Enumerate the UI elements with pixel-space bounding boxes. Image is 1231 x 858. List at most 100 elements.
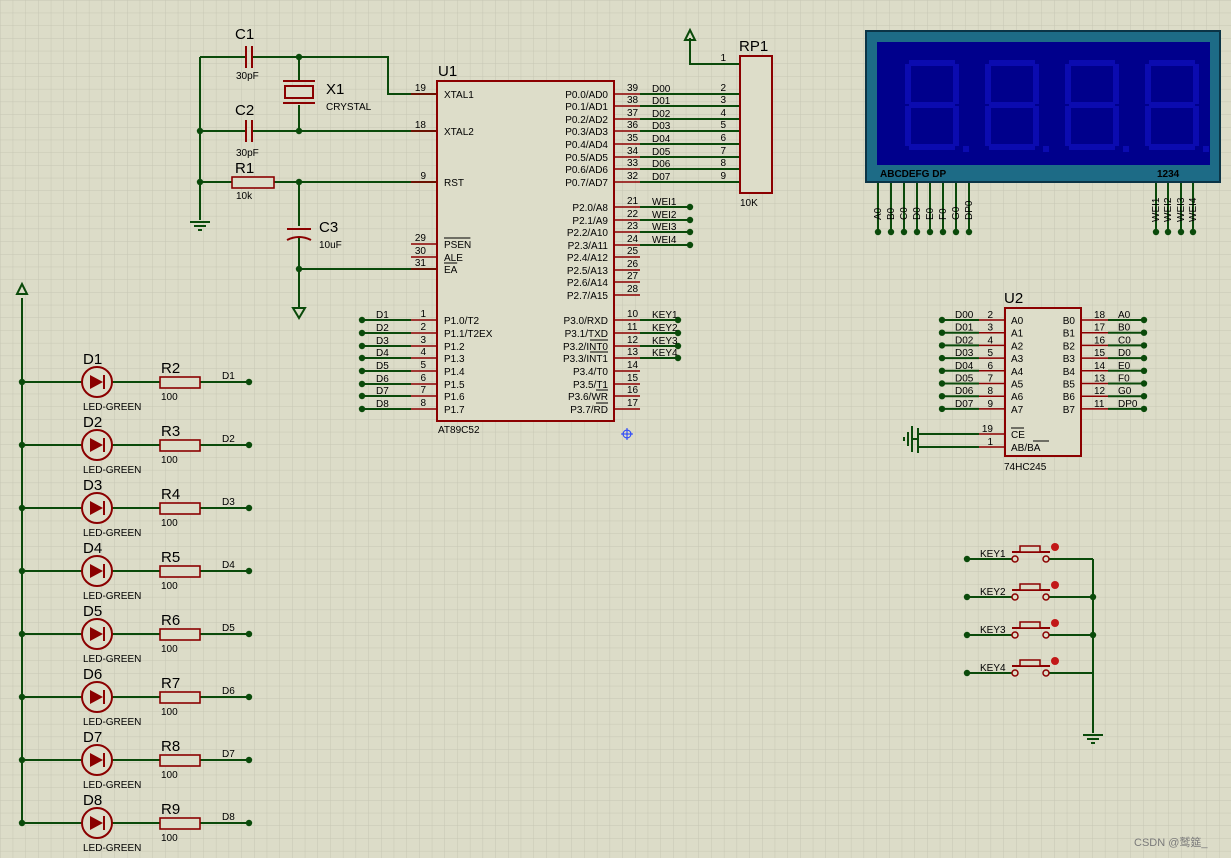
led-part: LED-GREEN <box>83 402 141 413</box>
u2-pin-name: A3 <box>1011 354 1024 365</box>
u2-pin-number: 18 <box>1094 310 1106 321</box>
r1-value: 10k <box>236 191 253 202</box>
net-terminal-dot <box>938 316 946 324</box>
resistor-value: 100 <box>161 392 178 403</box>
u1-pin-name: P1.6 <box>444 392 465 403</box>
u1-pin-number: 15 <box>627 373 639 384</box>
u1-pin-number: 5 <box>420 360 426 371</box>
resistor-value: 100 <box>161 707 178 718</box>
display-segment <box>953 64 959 104</box>
junction-dot <box>18 693 26 701</box>
net-terminal-dot <box>1189 228 1197 236</box>
display-segment <box>989 60 1035 66</box>
led-net-label: D8 <box>222 812 235 823</box>
junction-dot <box>18 567 26 575</box>
key-label: KEY4 <box>980 663 1006 674</box>
net-terminal-dot <box>963 555 971 563</box>
x1-value: CRYSTAL <box>326 102 372 113</box>
p3-net-label: KEY2 <box>652 323 678 334</box>
u1-pin-name: P1.7 <box>444 405 465 416</box>
u2-pin-name: B0 <box>1063 316 1076 327</box>
led-part: LED-GREEN <box>83 528 141 539</box>
display-segment <box>1069 144 1115 150</box>
p2-net-label: WEI3 <box>652 222 677 233</box>
display-segment <box>985 64 991 104</box>
display-segment <box>1145 106 1151 146</box>
u1-pin-name: P2.2/A10 <box>567 228 609 239</box>
key-contact-icon <box>1011 669 1019 677</box>
rp1-pin-number: 9 <box>720 171 726 182</box>
junction-dot <box>295 265 303 273</box>
led-net-label: D6 <box>222 686 235 697</box>
u2-pin-number: 15 <box>1094 348 1106 359</box>
display-segment <box>1149 102 1195 108</box>
display-digit-net: WEI3 <box>1176 197 1187 222</box>
junction-dot <box>18 441 26 449</box>
u1-pin-name: P1.0/T2 <box>444 316 479 327</box>
c2-ref: C2 <box>235 102 254 119</box>
display-segment <box>989 102 1035 108</box>
u1-pin-number: 27 <box>627 271 639 282</box>
net-terminal-dot <box>1140 380 1148 387</box>
key-contact-icon <box>1042 593 1050 601</box>
resistor-value: 100 <box>161 581 178 592</box>
c3-value: 10uF <box>319 240 342 251</box>
u1-pin-number: 8 <box>420 398 426 409</box>
display-segment <box>909 144 955 150</box>
schematic-canvas: 19XTAL118XTAL29RST29PSEN30ALE31EA1P1.0/T… <box>0 0 1231 858</box>
p0-net-label: D05 <box>652 147 671 158</box>
rp1-pin-number: 1 <box>720 53 726 64</box>
key-cap-icon <box>1019 583 1041 591</box>
u1-pin-name: XTAL1 <box>444 90 474 101</box>
p1-net-label: D3 <box>376 336 389 347</box>
u1-pin-number: 7 <box>420 385 426 396</box>
led-resistor-icon <box>159 376 201 389</box>
u2-pin-name: A4 <box>1011 367 1024 378</box>
u2-a-net: D07 <box>955 399 974 410</box>
u1-pin-name: P0.1/AD1 <box>565 102 608 113</box>
net-terminal-dot <box>874 228 882 236</box>
display-segment <box>909 60 955 66</box>
led-resistor-icon <box>159 502 201 515</box>
net-terminal-dot <box>963 631 971 639</box>
net-terminal-dot <box>245 819 253 827</box>
led-ref: D4 <box>83 540 102 557</box>
key-label: KEY2 <box>980 587 1006 598</box>
led-part: LED-GREEN <box>83 717 141 728</box>
led-net-label: D7 <box>222 749 235 760</box>
net-terminal-dot <box>939 228 947 236</box>
led-ref: D1 <box>83 351 102 368</box>
u1-pin-name: P3.6/WR <box>568 392 608 403</box>
net-terminal-dot <box>358 380 366 388</box>
display-segment <box>909 102 955 108</box>
u1-pin-name: P3.1/TXD <box>565 329 608 340</box>
junction-dot <box>18 504 26 512</box>
resistor-ref: R9 <box>161 801 180 818</box>
net-terminal-dot <box>1140 342 1148 349</box>
led-ref: D5 <box>83 603 102 620</box>
net-terminal-dot <box>358 329 366 337</box>
p1-net-label: D2 <box>376 323 389 334</box>
display-segment <box>905 106 911 146</box>
u1-pin-name: RST <box>444 178 464 189</box>
net-terminal-dot <box>900 228 908 236</box>
display-segment <box>953 106 959 146</box>
led-resistor-icon <box>159 565 201 578</box>
u2-pin-number: 6 <box>987 361 993 372</box>
net-terminal-dot <box>358 392 366 400</box>
u1-pin-number: 25 <box>627 246 639 257</box>
u1-pin-name: P1.4 <box>444 367 465 378</box>
led-ref: D7 <box>83 729 102 746</box>
x1-ref: X1 <box>326 81 344 98</box>
c1-ref: C1 <box>235 26 254 43</box>
net-terminal-dot <box>245 567 253 575</box>
rp1-pin-number: 3 <box>720 95 726 106</box>
net-terminal-dot <box>358 405 366 413</box>
junction-dot <box>18 630 26 638</box>
u1-pin-number: 38 <box>627 95 639 106</box>
u1-pin-name: P2.3/A11 <box>568 241 609 252</box>
key-label: KEY3 <box>980 625 1006 636</box>
net-terminal-dot <box>1140 316 1148 324</box>
u1-pin-number: 37 <box>627 108 639 119</box>
display-seg-net: D0 <box>912 207 923 220</box>
